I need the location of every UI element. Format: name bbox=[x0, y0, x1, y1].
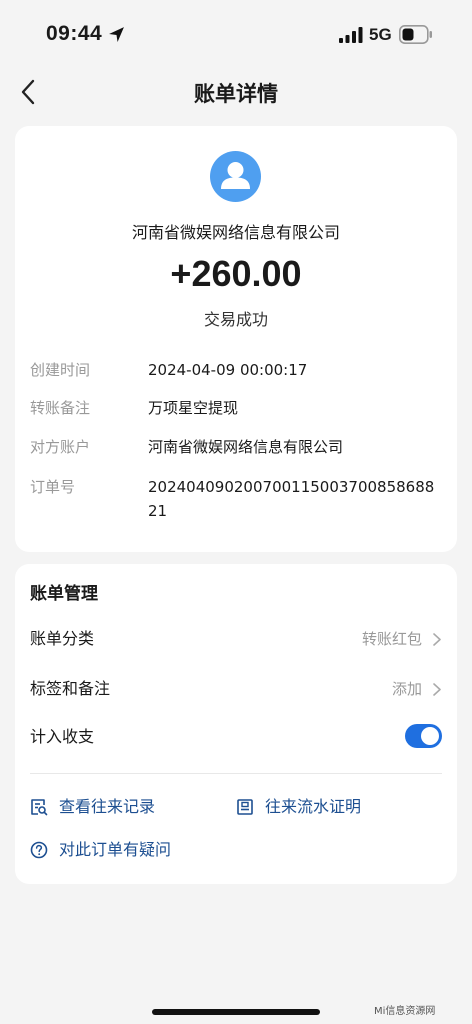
transaction-amount: +260.00 bbox=[170, 253, 302, 294]
order-question-label: 对此订单有疑问 bbox=[59, 840, 172, 859]
include-in-budget-toggle[interactable] bbox=[405, 724, 442, 748]
tags-notes-value: 添加 bbox=[391, 680, 422, 698]
info-label: 创建时间 bbox=[30, 361, 91, 379]
toggle-knob bbox=[421, 727, 439, 745]
nav-bar: 账单详情 bbox=[0, 68, 472, 116]
watermark: Mi信息资源网 bbox=[374, 1006, 436, 1017]
search-document-icon bbox=[31, 799, 48, 816]
info-row-counterparty: 对方账户 河南省微娱网络信息有限公司 bbox=[30, 435, 450, 459]
certificate-icon bbox=[237, 799, 253, 815]
info-value: 2024-04-09 00:00:17 bbox=[148, 361, 308, 379]
bill-management-card: 账单管理 账单分类 转账红包 标签和备注 添加 计入收支 查看往来记录 往来流水… bbox=[15, 564, 457, 884]
tags-notes-label: 标签和备注 bbox=[30, 679, 111, 698]
order-number-value[interactable]: 202404090200700115003700858688 21 bbox=[148, 475, 448, 523]
info-row-created-time: 创建时间 2024-04-09 00:00:17 bbox=[30, 358, 450, 382]
cellular-signal-icon bbox=[339, 27, 363, 43]
page-title: 账单详情 bbox=[194, 82, 278, 106]
divider bbox=[30, 773, 442, 774]
info-value: 万项星空提现 bbox=[148, 399, 239, 417]
info-label: 对方账户 bbox=[30, 438, 91, 456]
chevron-right-icon bbox=[433, 683, 441, 696]
bill-detail-page: 09:44 5G 账单详情 河南省微娱网络信息有限公司 +260.00 交易成功… bbox=[0, 0, 472, 1024]
user-avatar-icon bbox=[221, 162, 250, 189]
battery-icon bbox=[399, 25, 432, 44]
merchant-name: 河南省微娱网络信息有限公司 bbox=[131, 223, 340, 242]
section-title: 账单管理 bbox=[30, 584, 98, 604]
bill-category-row[interactable]: 账单分类 转账红包 bbox=[30, 627, 442, 651]
transaction-status: 交易成功 bbox=[203, 310, 268, 329]
status-time: 09:44 bbox=[46, 22, 103, 45]
location-arrow-icon bbox=[109, 27, 124, 42]
bill-category-value: 转账红包 bbox=[361, 630, 422, 648]
help-circle-icon bbox=[30, 841, 48, 859]
info-value: 河南省微娱网络信息有限公司 bbox=[148, 438, 344, 456]
include-in-budget-label: 计入收支 bbox=[30, 727, 95, 746]
merchant-avatar bbox=[210, 151, 261, 202]
view-records-link[interactable]: 查看往来记录 bbox=[30, 795, 200, 819]
info-label: 转账备注 bbox=[30, 399, 91, 417]
bill-category-label: 账单分类 bbox=[30, 629, 95, 648]
network-type: 5G bbox=[369, 25, 392, 44]
tags-notes-row[interactable]: 标签和备注 添加 bbox=[30, 677, 442, 701]
view-records-label: 查看往来记录 bbox=[59, 797, 156, 816]
status-bar: 09:44 5G bbox=[0, 0, 472, 68]
flow-proof-label: 往来流水证明 bbox=[265, 797, 362, 816]
transaction-detail-card: 河南省微娱网络信息有限公司 +260.00 交易成功 创建时间 2024-04-… bbox=[15, 126, 457, 552]
info-row-transfer-note: 转账备注 万项星空提现 bbox=[30, 396, 450, 420]
flow-proof-link[interactable]: 往来流水证明 bbox=[236, 795, 406, 819]
chevron-right-icon bbox=[433, 633, 441, 646]
order-question-link[interactable]: 对此订单有疑问 bbox=[30, 838, 230, 862]
home-indicator[interactable] bbox=[152, 1009, 320, 1015]
info-row-order-number: 订单号 202404090200700115003700858688 21 bbox=[30, 475, 450, 523]
include-in-budget-row: 计入收支 bbox=[30, 724, 442, 749]
info-label: 订单号 bbox=[30, 478, 76, 496]
